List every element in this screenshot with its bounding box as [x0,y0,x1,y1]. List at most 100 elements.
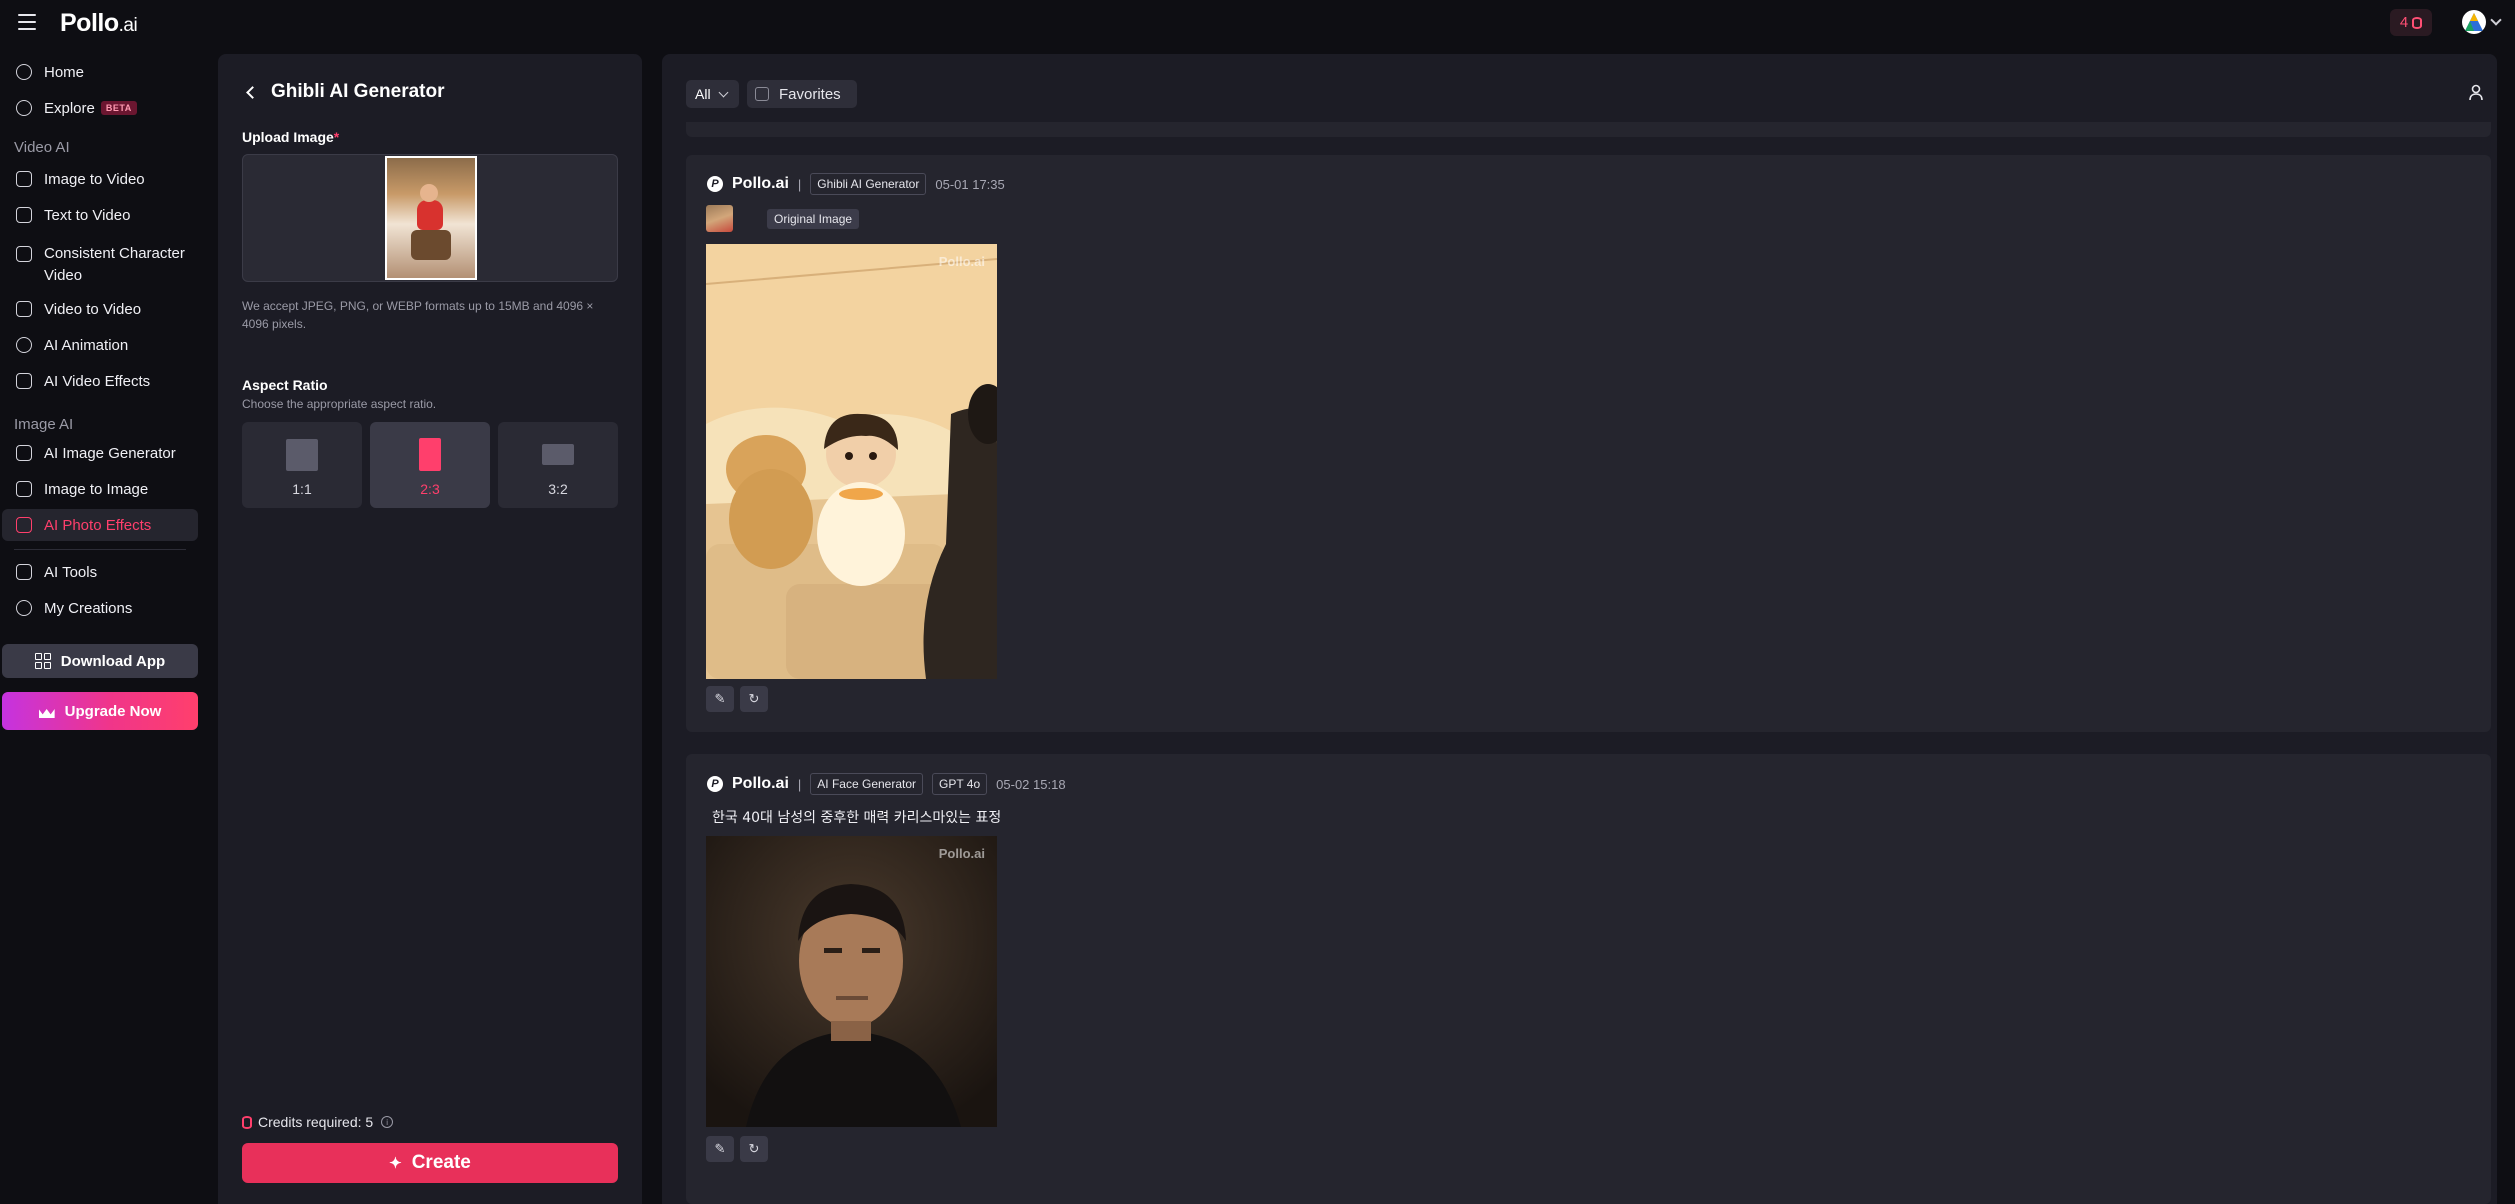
previous-card-edge [686,122,2491,137]
tool-tag[interactable]: Ghibli AI Generator [810,173,927,195]
original-image-thumbnail[interactable] [706,205,733,232]
sidebar-item-explore[interactable]: Explore BETA [2,92,198,124]
account-menu[interactable] [2462,10,2502,34]
generated-image[interactable]: Pollo.ai [706,244,997,679]
back-icon[interactable] [246,85,259,99]
square-ratio-icon [286,439,318,471]
qr-code-icon [34,653,51,669]
effects-icon [16,373,32,389]
home-icon [16,64,32,80]
image-upload-dropzone[interactable] [242,154,618,282]
generator-panel: Ghibli AI Generator Upload Image* We acc… [218,54,642,1204]
logo-text: Pollo [60,9,119,37]
sidebar-item-label: AI Video Effects [44,372,151,390]
sidebar-item-image-to-video[interactable]: Image to Video [2,163,198,195]
credits-required-text: Credits required: 5 [258,1114,374,1130]
coin-icon [2412,16,2423,29]
aspect-option-label: 2:3 [420,481,440,497]
sidebar-item-label: Image to Image [44,480,149,498]
aspect-option-1-1[interactable]: 1:1 [242,422,362,508]
regenerate-icon[interactable]: ↻ [740,1136,768,1162]
sparkle-icon: ✦ [389,1155,402,1172]
aspect-option-label: 1:1 [292,481,312,497]
filter-value: All [695,86,711,102]
sidebar-item-label: AI Tools [44,563,98,581]
model-tag[interactable]: GPT 4o [932,773,988,795]
prompt-text: 한국 40대 남성의 중후한 매력 카리스마있는 표정 [712,810,1002,826]
aspect-option-2-3[interactable]: 2:3 [370,422,490,508]
top-bar: Pollo.ai 4 [0,0,2515,46]
generated-image[interactable]: Pollo.ai [706,836,997,1127]
favorites-checkbox[interactable] [755,87,769,101]
avatar [2462,10,2486,34]
creations-feed: All Favorites P Pollo.ai | Ghibli AI Gen… [662,54,2497,1204]
aspect-option-3-2[interactable]: 3:2 [498,422,618,508]
sidebar-item-ai-photo-effects[interactable]: AI Photo Effects [2,509,198,541]
aspect-ratio-title: Aspect Ratio [242,377,328,393]
edit-icon[interactable]: ✎ [706,1136,734,1162]
menu-icon[interactable] [18,14,36,30]
divider [14,549,186,550]
sidebar-item-label: AI Photo Effects [44,516,152,534]
animation-icon [16,337,32,353]
pollo-logo-icon: P [707,776,723,792]
sidebar-item-label: Consistent Character Video [44,245,185,284]
section-label-video-ai: Video AI [14,139,70,156]
uploaded-image-thumbnail[interactable] [385,156,477,280]
sidebar-item-label: Text to Video [44,206,131,224]
card-actions: ✎ ↻ [706,1136,768,1162]
portrait-ratio-icon [419,438,441,471]
brand-name: Pollo.ai [732,175,789,192]
timestamp: 05-02 15:18 [996,776,1066,792]
sidebar-item-ai-video-effects[interactable]: AI Video Effects [2,365,198,397]
text-video-icon [16,207,32,223]
card-header: P Pollo.ai | Ghibli AI Generator 05-01 1… [707,173,1005,195]
edit-icon[interactable]: ✎ [706,686,734,712]
compass-icon [16,100,32,116]
logo[interactable]: Pollo.ai [60,9,138,38]
download-app-button[interactable]: Download App [2,644,198,678]
video-icon [16,301,32,317]
logo-suffix: .ai [118,15,138,36]
sidebar-item-home[interactable]: Home [2,56,198,88]
upgrade-button[interactable]: Upgrade Now [2,692,198,730]
sidebar-item-consistent-character-video[interactable]: Consistent Character Video [2,237,198,287]
sidebar-item-ai-animation[interactable]: AI Animation [2,329,198,361]
sidebar-item-label: Video to Video [44,300,142,318]
favorites-toggle[interactable]: Favorites [747,80,857,108]
sidebar-item-ai-tools[interactable]: AI Tools [2,556,198,588]
sidebar-item-label: AI Image Generator [44,444,176,462]
credits-required: Credits required: 5 i [242,1114,394,1130]
creation-card: P Pollo.ai | Ghibli AI Generator 05-01 1… [686,155,2491,732]
filter-select[interactable]: All [686,80,739,108]
sidebar-item-video-to-video[interactable]: Video to Video [2,293,198,325]
character-icon [16,246,32,262]
separator: | [797,176,802,192]
chevron-down-icon [718,87,729,97]
card-header: P Pollo.ai | AI Face Generator GPT 4o 05… [707,773,1066,795]
create-label: Create [411,1152,471,1173]
panel-title: Ghibli AI Generator [246,81,445,103]
credits-badge[interactable]: 4 [2390,9,2432,36]
aspect-ratio-subtitle: Choose the appropriate aspect ratio. [242,397,437,411]
user-settings-icon[interactable] [2468,84,2486,102]
info-icon[interactable]: i [381,1116,394,1128]
sidebar-item-ai-image-generator[interactable]: AI Image Generator [2,437,198,469]
create-button[interactable]: ✦ Create [242,1143,618,1183]
credits-count: 4 [2399,14,2409,31]
sidebar-item-image-to-image[interactable]: Image to Image [2,473,198,505]
sidebar-item-text-to-video[interactable]: Text to Video [2,199,198,231]
watermark: Pollo.ai [938,846,985,861]
sidebar-item-label: Home [44,63,85,81]
upload-label-text: Upload Image [242,129,334,145]
image-gen-icon [16,445,32,461]
sidebar: Home Explore BETA Video AI Image to Video… [0,46,200,1204]
image-image-icon [16,481,32,497]
upload-label: Upload Image* [242,129,339,145]
separator: | [797,776,802,792]
photo-effects-icon [16,517,32,533]
regenerate-icon[interactable]: ↻ [740,686,768,712]
sidebar-item-my-creations[interactable]: My Creations [2,592,198,624]
tool-tag[interactable]: AI Face Generator [810,773,924,795]
sidebar-item-label: AI Animation [44,336,129,354]
